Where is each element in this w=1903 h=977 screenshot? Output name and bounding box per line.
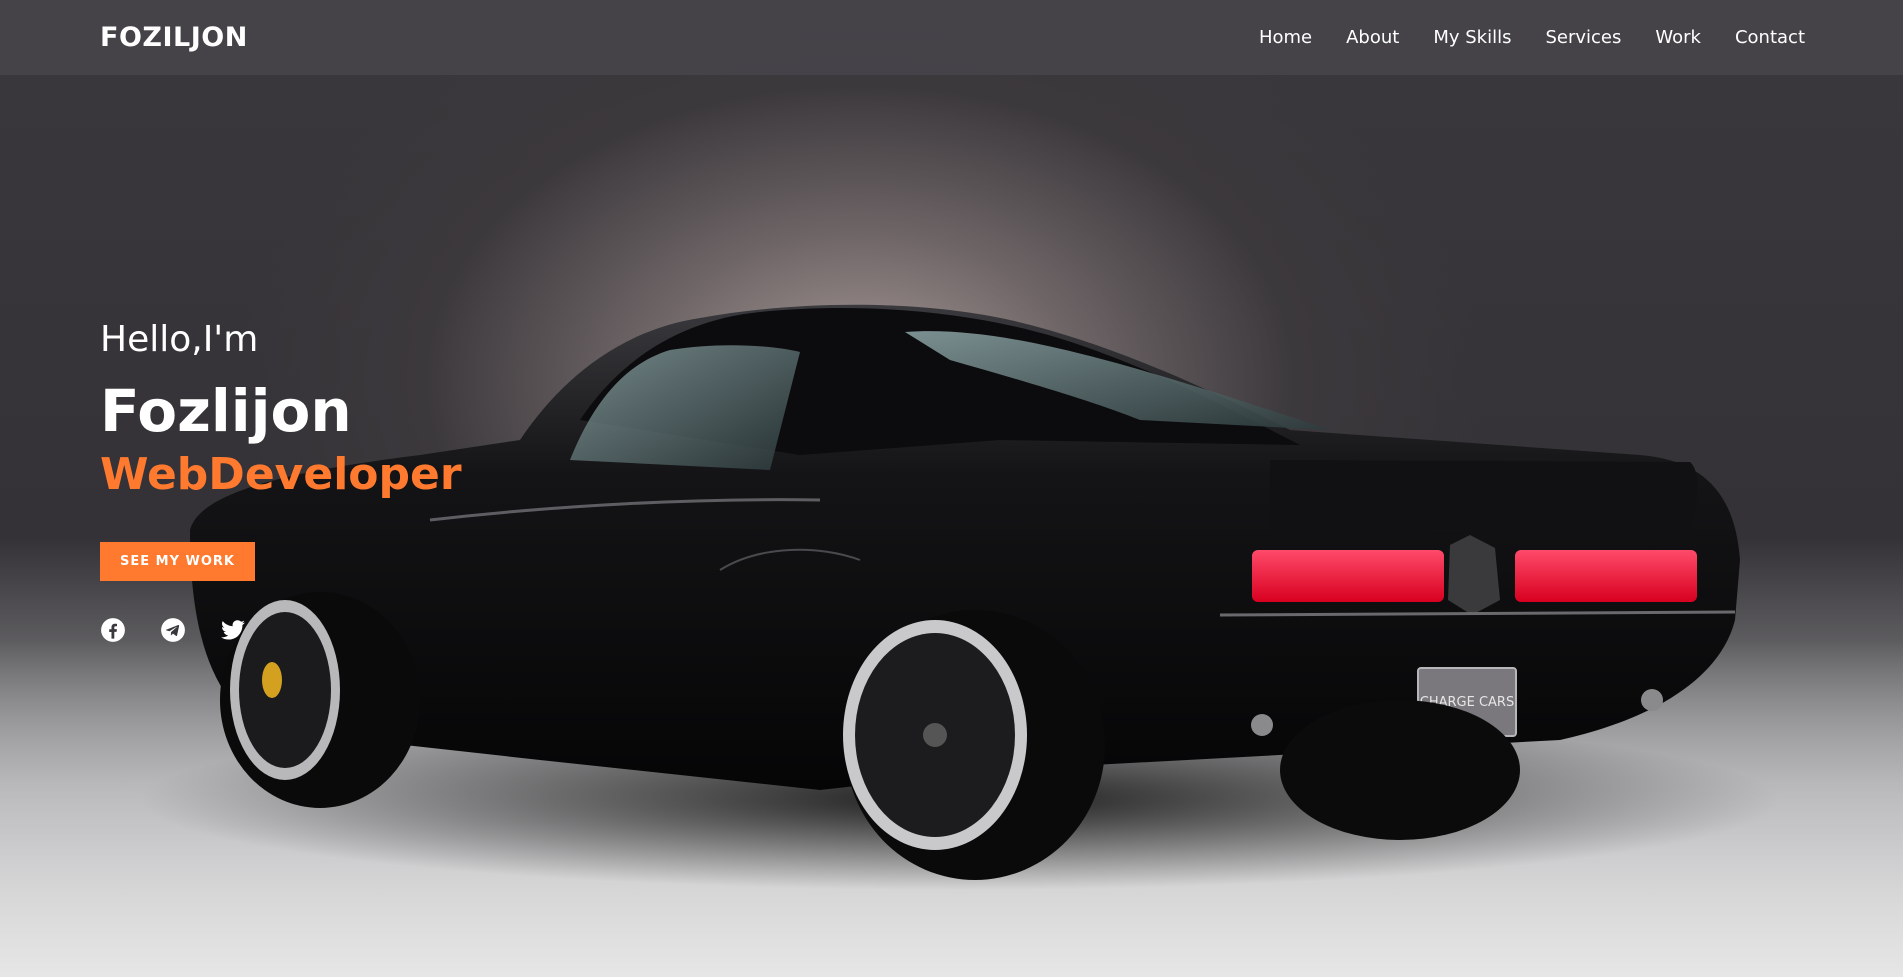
nav-link-contact[interactable]: Contact	[1735, 27, 1805, 48]
hero-greeting: Hello,I'm	[100, 319, 259, 360]
nav-link-my-skills[interactable]: My Skills	[1433, 27, 1511, 48]
nav-link-services[interactable]: Services	[1545, 27, 1621, 48]
see-my-work-button[interactable]: SEE MY WORK	[100, 542, 255, 581]
facebook-icon[interactable]	[100, 617, 126, 643]
nav-link-home[interactable]: Home	[1259, 27, 1312, 48]
site-logo[interactable]: FOZILJON	[100, 22, 248, 53]
telegram-icon[interactable]	[160, 617, 186, 643]
nav-link-work[interactable]: Work	[1655, 27, 1701, 48]
nav-link-about[interactable]: About	[1346, 27, 1399, 48]
nav-links: Home About My Skills Services Work Conta…	[1259, 27, 1805, 48]
hero-role: WebDeveloper	[100, 449, 462, 500]
twitter-icon[interactable]	[220, 617, 246, 643]
hero-name: Fozlijon	[100, 377, 352, 445]
social-links	[100, 617, 462, 643]
top-navbar: FOZILJON Home About My Skills Services W…	[0, 0, 1903, 75]
hero-intro: Hello,I'm Fozlijon WebDeveloper SEE MY W…	[100, 318, 462, 643]
